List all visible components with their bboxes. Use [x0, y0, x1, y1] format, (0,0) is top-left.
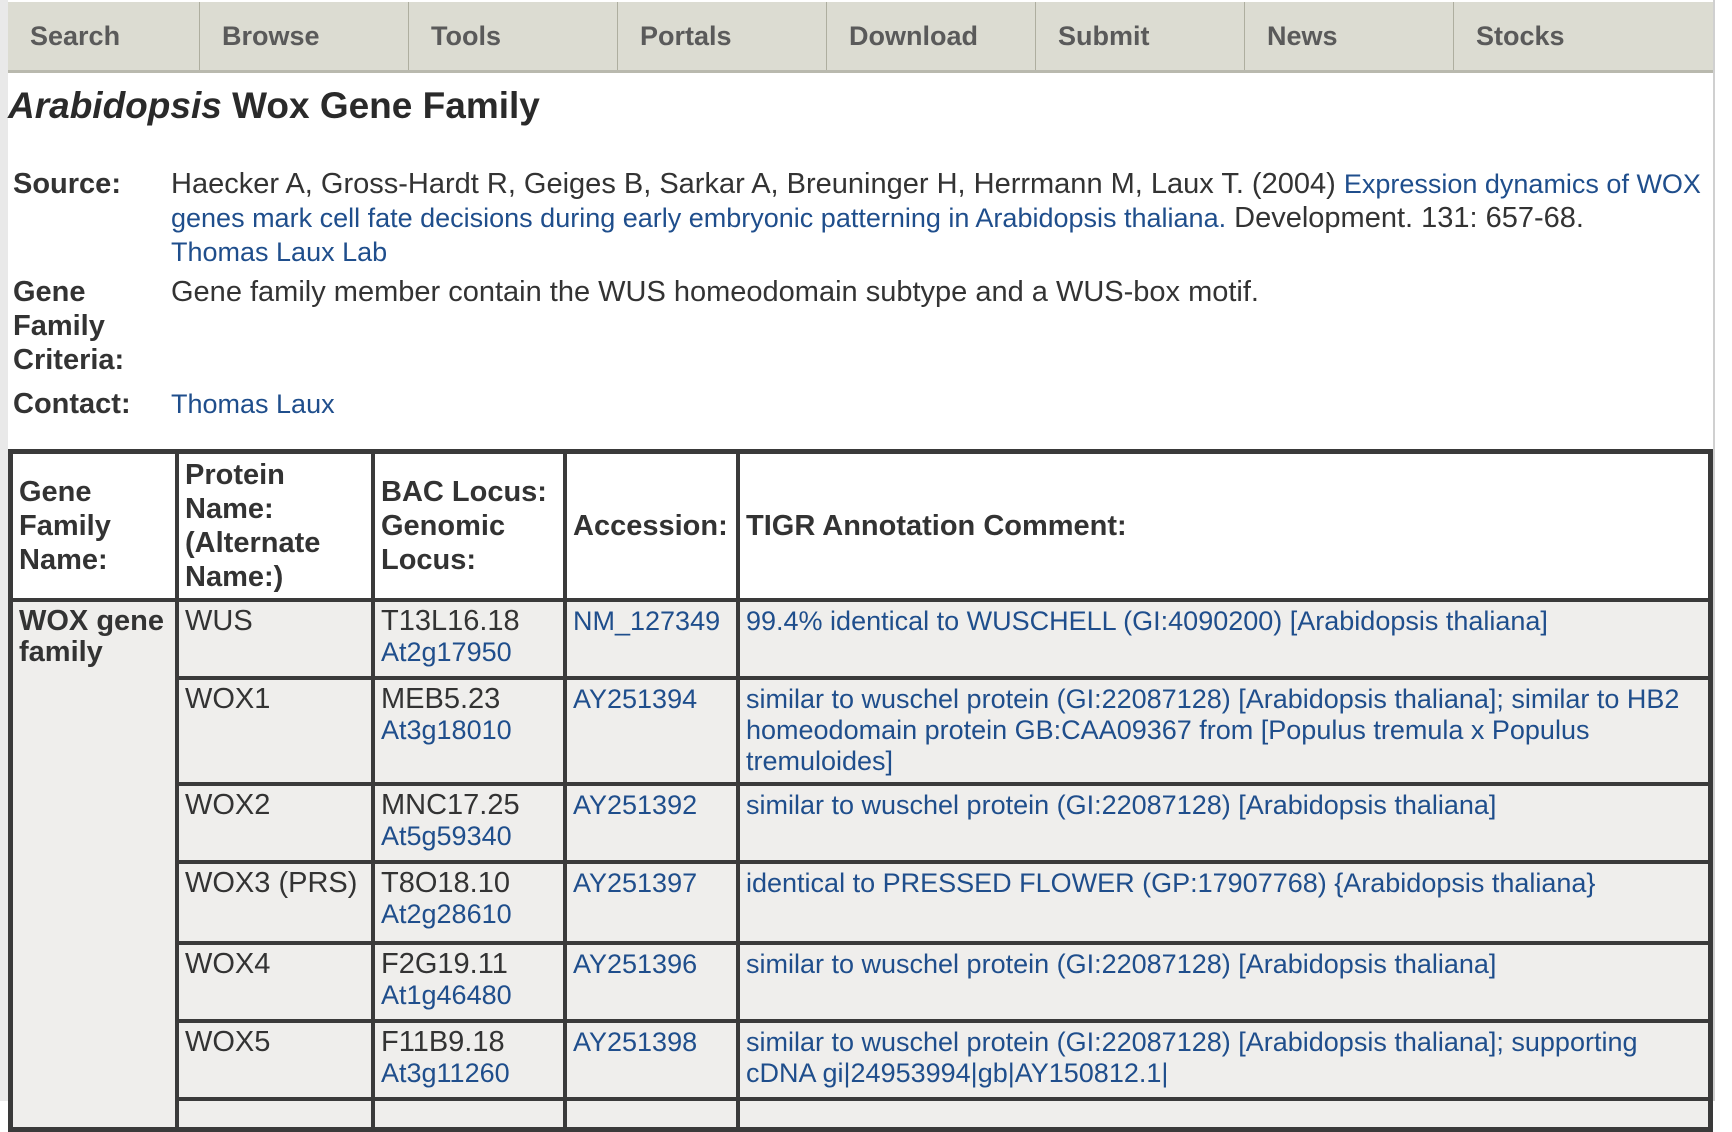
- empty-cell: [373, 1099, 565, 1129]
- table-row: WOX gene family WUS T13L16.18 At2g17950 N…: [11, 600, 1710, 1129]
- comment-cell: similar to wuschel protein (GI:22087128)…: [738, 784, 1710, 862]
- accession-cell: AY251397: [565, 862, 738, 943]
- bac-locus: T8O18.10: [381, 867, 510, 899]
- protein-cell: WOX5: [177, 1021, 373, 1099]
- locus-cell: F11B9.18 At3g11260: [373, 1021, 565, 1099]
- genomic-locus-link[interactable]: At5g59340: [381, 821, 512, 851]
- bac-locus: MEB5.23: [381, 683, 501, 715]
- protein-cell: WUS: [177, 600, 373, 678]
- comment-cell: similar to wuschel protein (GI:22087128)…: [738, 678, 1710, 784]
- accession-link[interactable]: AY251398: [573, 1027, 697, 1057]
- source-journal: Development. 131: 657-68.: [1226, 202, 1584, 234]
- nav-search[interactable]: Search: [8, 2, 200, 70]
- bac-locus: T13L16.18: [381, 605, 520, 637]
- table-header-row: Gene Family Name: Protein Name: (Alterna…: [11, 452, 1710, 600]
- source-authors: Haecker A, Gross-Hardt R, Geiges B, Sark…: [171, 168, 1344, 200]
- bac-locus: MNC17.25: [381, 789, 520, 821]
- comment-link[interactable]: 99.4% identical to WUSCHELL (GI:4090200)…: [746, 606, 1548, 636]
- comment-link[interactable]: similar to wuschel protein (GI:22087128)…: [746, 1027, 1638, 1088]
- accession-cell: AY251394: [565, 678, 738, 784]
- protein-cell: WOX3 (PRS): [177, 862, 373, 943]
- comment-link[interactable]: identical to PRESSED FLOWER (GP:17907768…: [746, 868, 1595, 898]
- nav-stocks[interactable]: Stocks: [1454, 2, 1713, 70]
- source-label: Source:: [13, 168, 121, 200]
- bac-locus: F11B9.18: [381, 1026, 505, 1058]
- genomic-locus-link[interactable]: At3g18010: [381, 715, 512, 745]
- left-edge: [0, 0, 8, 1101]
- header-family: Gene Family Name:: [11, 452, 177, 600]
- protein-cell: WOX1: [177, 678, 373, 784]
- genomic-locus-link[interactable]: At2g17950: [381, 637, 512, 667]
- genomic-locus-link[interactable]: At3g11260: [381, 1058, 510, 1088]
- accession-cell: AY251396: [565, 943, 738, 1021]
- accession-cell: AY251398: [565, 1021, 738, 1099]
- criteria-label: Gene Family Criteria:: [13, 276, 125, 376]
- protein-cell: WOX4: [177, 943, 373, 1021]
- nav-tools[interactable]: Tools: [409, 2, 618, 70]
- nav-portals[interactable]: Portals: [618, 2, 827, 70]
- empty-cell: [565, 1099, 738, 1129]
- accession-link[interactable]: AY251392: [573, 790, 697, 820]
- genomic-locus-link[interactable]: At2g28610: [381, 899, 512, 929]
- page-title: Arabidopsis Wox Gene Family: [8, 85, 540, 127]
- nav-browse[interactable]: Browse: [200, 2, 409, 70]
- locus-cell: MNC17.25 At5g59340: [373, 784, 565, 862]
- header-comment: TIGR Annotation Comment:: [738, 452, 1710, 600]
- comment-cell: identical to PRESSED FLOWER (GP:17907768…: [738, 862, 1710, 943]
- table-row: WOX2 MNC17.25 At5g59340 AY251392 similar …: [11, 784, 1710, 862]
- accession-link[interactable]: AY251394: [573, 684, 697, 714]
- contact-value: Thomas Laux: [171, 387, 1703, 421]
- locus-cell: T13L16.18 At2g17950: [373, 600, 565, 678]
- header-protein: Protein Name: (Alternate Name:): [177, 452, 373, 600]
- title-rest: Wox Gene Family: [221, 85, 540, 126]
- table-row: WOX5 F11B9.18 At3g11260 AY251398 similar …: [11, 1021, 1710, 1099]
- top-nav: Search Browse Tools Portals Download Sub…: [8, 2, 1713, 73]
- table-row: WOX1 MEB5.23 At3g18010 AY251394 similar t…: [11, 678, 1710, 784]
- criteria-row: Gene Family Criteria: Gene family member…: [13, 275, 1703, 387]
- protein-cell: WOX2: [177, 784, 373, 862]
- source-value: Haecker A, Gross-Hardt R, Geiges B, Sark…: [171, 167, 1703, 275]
- contact-row: Contact: Thomas Laux: [13, 387, 1703, 421]
- nav-news[interactable]: News: [1245, 2, 1454, 70]
- gene-family-table: Gene Family Name: Protein Name: (Alterna…: [8, 449, 1713, 1132]
- right-scroll-edge: [1713, 0, 1732, 1101]
- accession-link[interactable]: AY251397: [573, 868, 697, 898]
- header-accession: Accession:: [565, 452, 738, 600]
- comment-cell: similar to wuschel protein (GI:22087128)…: [738, 943, 1710, 1021]
- empty-cell: [177, 1099, 373, 1129]
- locus-cell: MEB5.23 At3g18010: [373, 678, 565, 784]
- bac-locus: F2G19.11: [381, 948, 508, 980]
- table-row-partial: [11, 1099, 1710, 1129]
- comment-link[interactable]: similar to wuschel protein (GI:22087128)…: [746, 790, 1496, 820]
- genomic-locus-link[interactable]: At1g46480: [381, 980, 512, 1010]
- table-row: WOX4 F2G19.11 At1g46480 AY251396 similar …: [11, 943, 1710, 1021]
- contact-link[interactable]: Thomas Laux: [171, 389, 335, 419]
- comment-link[interactable]: similar to wuschel protein (GI:22087128)…: [746, 684, 1679, 776]
- table-row: WOX3 (PRS) T8O18.10 At2g28610 AY251397 id…: [11, 862, 1710, 943]
- family-name-cell: WOX gene family: [11, 600, 177, 1129]
- title-genus: Arabidopsis: [8, 85, 222, 126]
- locus-cell: T8O18.10 At2g28610: [373, 862, 565, 943]
- nav-download[interactable]: Download: [827, 2, 1036, 70]
- source-row: Source: Haecker A, Gross-Hardt R, Geiges…: [13, 167, 1703, 275]
- comment-link[interactable]: similar to wuschel protein (GI:22087128)…: [746, 949, 1496, 979]
- accession-link[interactable]: AY251396: [573, 949, 697, 979]
- header-locus: BAC Locus: Genomic Locus:: [373, 452, 565, 600]
- accession-link[interactable]: NM_127349: [573, 606, 720, 636]
- comment-cell: 99.4% identical to WUSCHELL (GI:4090200)…: [738, 600, 1710, 678]
- accession-cell: NM_127349: [565, 600, 738, 678]
- contact-label: Contact:: [13, 388, 131, 420]
- nav-submit[interactable]: Submit: [1036, 2, 1245, 70]
- lab-link[interactable]: Thomas Laux Lab: [171, 237, 387, 267]
- empty-cell: [738, 1099, 1710, 1129]
- locus-cell: F2G19.11 At1g46480: [373, 943, 565, 1021]
- accession-cell: AY251392: [565, 784, 738, 862]
- info-block: Source: Haecker A, Gross-Hardt R, Geiges…: [13, 167, 1703, 421]
- comment-cell: similar to wuschel protein (GI:22087128)…: [738, 1021, 1710, 1099]
- criteria-value: Gene family member contain the WUS homeo…: [171, 276, 1259, 308]
